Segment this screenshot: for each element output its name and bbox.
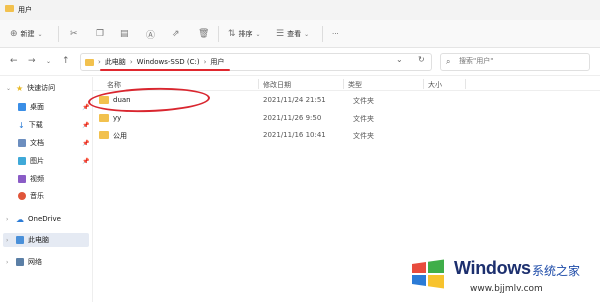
pin-icon: 📌 bbox=[82, 140, 90, 147]
watermark: Windows 系统之家 www.bjjmlv.com bbox=[410, 250, 600, 302]
cloud-icon: ☁ bbox=[16, 214, 24, 224]
watermark-title: Windows bbox=[454, 258, 531, 278]
file-modified: 2021/11/16 10:41 bbox=[263, 131, 326, 139]
view-label: 查看 bbox=[287, 30, 302, 38]
sidebar-item-onedrive[interactable]: › ☁ OneDrive bbox=[6, 212, 61, 226]
file-row-yy[interactable]: yy 2021/11/26 9:50 文件夹 bbox=[93, 110, 433, 127]
chevron-down-icon[interactable]: ⌄ bbox=[6, 85, 12, 92]
chevron-down-icon: ⌄ bbox=[304, 30, 310, 38]
rename-icon[interactable]: Ⓐ bbox=[146, 27, 155, 41]
toolbar: ⊕ 新建 ⌄ ✂ ❐ ▤ Ⓐ ⇗ 🗑 ⇅ 排序 ⌄ ☰ 查看 ⌄ ··· bbox=[0, 20, 600, 48]
file-row-public[interactable]: 公用 2021/11/16 10:41 文件夹 bbox=[93, 127, 433, 144]
sidebar-item-pictures[interactable]: 图片 bbox=[18, 154, 44, 168]
sidebar-item-network[interactable]: › 网络 bbox=[6, 255, 42, 269]
folder-icon bbox=[99, 114, 109, 122]
new-button[interactable]: ⊕ 新建 ⌄ bbox=[10, 27, 43, 41]
video-icon bbox=[18, 175, 26, 183]
back-icon[interactable]: ← bbox=[10, 56, 18, 66]
view-button[interactable]: ☰ 查看 ⌄ bbox=[276, 27, 309, 41]
forward-icon[interactable]: → bbox=[28, 56, 36, 66]
search-icon: ⌕ bbox=[446, 57, 451, 66]
chevron-down-icon: ⌄ bbox=[37, 30, 43, 38]
column-size[interactable]: 大小 bbox=[428, 80, 442, 90]
chevron-down-icon: ⌄ bbox=[255, 30, 261, 38]
sort-button[interactable]: ⇅ 排序 ⌄ bbox=[228, 27, 261, 41]
breadcrumb-c-drive[interactable]: Windows-SSD (C:) bbox=[137, 58, 200, 66]
folder-icon bbox=[99, 131, 109, 139]
refresh-icon[interactable]: ↻ bbox=[418, 55, 425, 64]
view-icon: ☰ bbox=[276, 29, 285, 39]
sort-label: 排序 bbox=[238, 30, 253, 38]
more-button[interactable]: ··· bbox=[332, 27, 339, 41]
sidebar-item-desktop[interactable]: 桌面 bbox=[18, 100, 44, 114]
cut-icon[interactable]: ✂ bbox=[70, 27, 78, 41]
sidebar-item-quick-access[interactable]: ⌄ ★ 快速访问 bbox=[6, 81, 55, 95]
address-row: ← → ⌄ ↑ › 此电脑 › Windows-SSD (C:) › 用户 ⌄ … bbox=[0, 48, 600, 76]
pin-icon: 📌 bbox=[82, 104, 90, 111]
file-modified: 2021/11/26 9:50 bbox=[263, 114, 322, 122]
sidebar-item-this-pc[interactable]: › 此电脑 bbox=[3, 233, 89, 247]
paste-icon[interactable]: ▤ bbox=[120, 27, 129, 41]
window-title: 用户 bbox=[18, 6, 32, 14]
sidebar-item-downloads[interactable]: ↓ 下载 bbox=[18, 118, 43, 132]
chevron-right-icon[interactable]: › bbox=[6, 259, 12, 266]
download-icon: ↓ bbox=[18, 120, 25, 130]
delete-icon[interactable]: 🗑 bbox=[198, 27, 209, 41]
chevron-right-icon[interactable]: › bbox=[6, 216, 12, 223]
desktop-icon bbox=[18, 103, 26, 111]
column-type[interactable]: 类型 bbox=[348, 80, 362, 90]
music-icon bbox=[18, 192, 26, 200]
sidebar-item-videos[interactable]: 视频 bbox=[18, 172, 44, 186]
column-modified[interactable]: 修改日期 bbox=[263, 80, 291, 90]
sidebar-item-music[interactable]: 音乐 bbox=[18, 189, 44, 203]
file-type: 文件夹 bbox=[353, 115, 374, 123]
copy-icon[interactable]: ❐ bbox=[96, 27, 104, 41]
picture-icon bbox=[18, 157, 26, 165]
annotation-underline bbox=[100, 69, 230, 71]
recent-chevron-icon[interactable]: ⌄ bbox=[46, 58, 51, 65]
new-label: 新建 bbox=[20, 30, 35, 38]
breadcrumb-this-pc[interactable]: 此电脑 bbox=[105, 57, 126, 67]
file-type: 文件夹 bbox=[353, 97, 374, 105]
navigation-pane: ⌄ ★ 快速访问 桌面 📌 ↓ 下载 📌 文档 📌 图片 📌 视频 音乐 › ☁… bbox=[0, 77, 92, 302]
title-bar: 用户 bbox=[0, 0, 600, 20]
address-dropdown-icon[interactable]: ⌄ bbox=[396, 55, 403, 64]
pin-icon: 📌 bbox=[82, 158, 90, 165]
column-name[interactable]: 名称 bbox=[107, 80, 121, 90]
network-icon bbox=[16, 258, 24, 266]
file-modified: 2021/11/24 21:51 bbox=[263, 96, 326, 104]
sidebar-item-documents[interactable]: 文档 bbox=[18, 136, 44, 150]
windows-logo-icon bbox=[412, 259, 444, 289]
computer-icon bbox=[16, 236, 24, 244]
search-box[interactable]: ⌕ bbox=[440, 53, 590, 71]
document-icon bbox=[18, 139, 26, 147]
folder-icon bbox=[85, 58, 94, 66]
file-name: yy bbox=[113, 114, 122, 122]
chevron-right-icon[interactable]: › bbox=[6, 237, 12, 244]
breadcrumb-users[interactable]: 用户 bbox=[210, 57, 224, 67]
pin-icon: 📌 bbox=[82, 122, 90, 129]
breadcrumb: › 此电脑 › Windows-SSD (C:) › 用户 bbox=[85, 57, 224, 67]
file-name: 公用 bbox=[113, 132, 127, 140]
watermark-url: www.bjjmlv.com bbox=[470, 284, 543, 294]
folder-icon bbox=[5, 5, 14, 12]
share-icon[interactable]: ⇗ bbox=[172, 27, 180, 41]
watermark-subtitle: 系统之家 bbox=[532, 264, 581, 278]
file-type: 文件夹 bbox=[353, 132, 374, 140]
star-icon: ★ bbox=[16, 83, 24, 93]
search-input[interactable] bbox=[459, 57, 584, 65]
sort-icon: ⇅ bbox=[228, 29, 236, 39]
up-icon[interactable]: ↑ bbox=[62, 56, 70, 66]
plus-icon: ⊕ bbox=[10, 29, 18, 39]
